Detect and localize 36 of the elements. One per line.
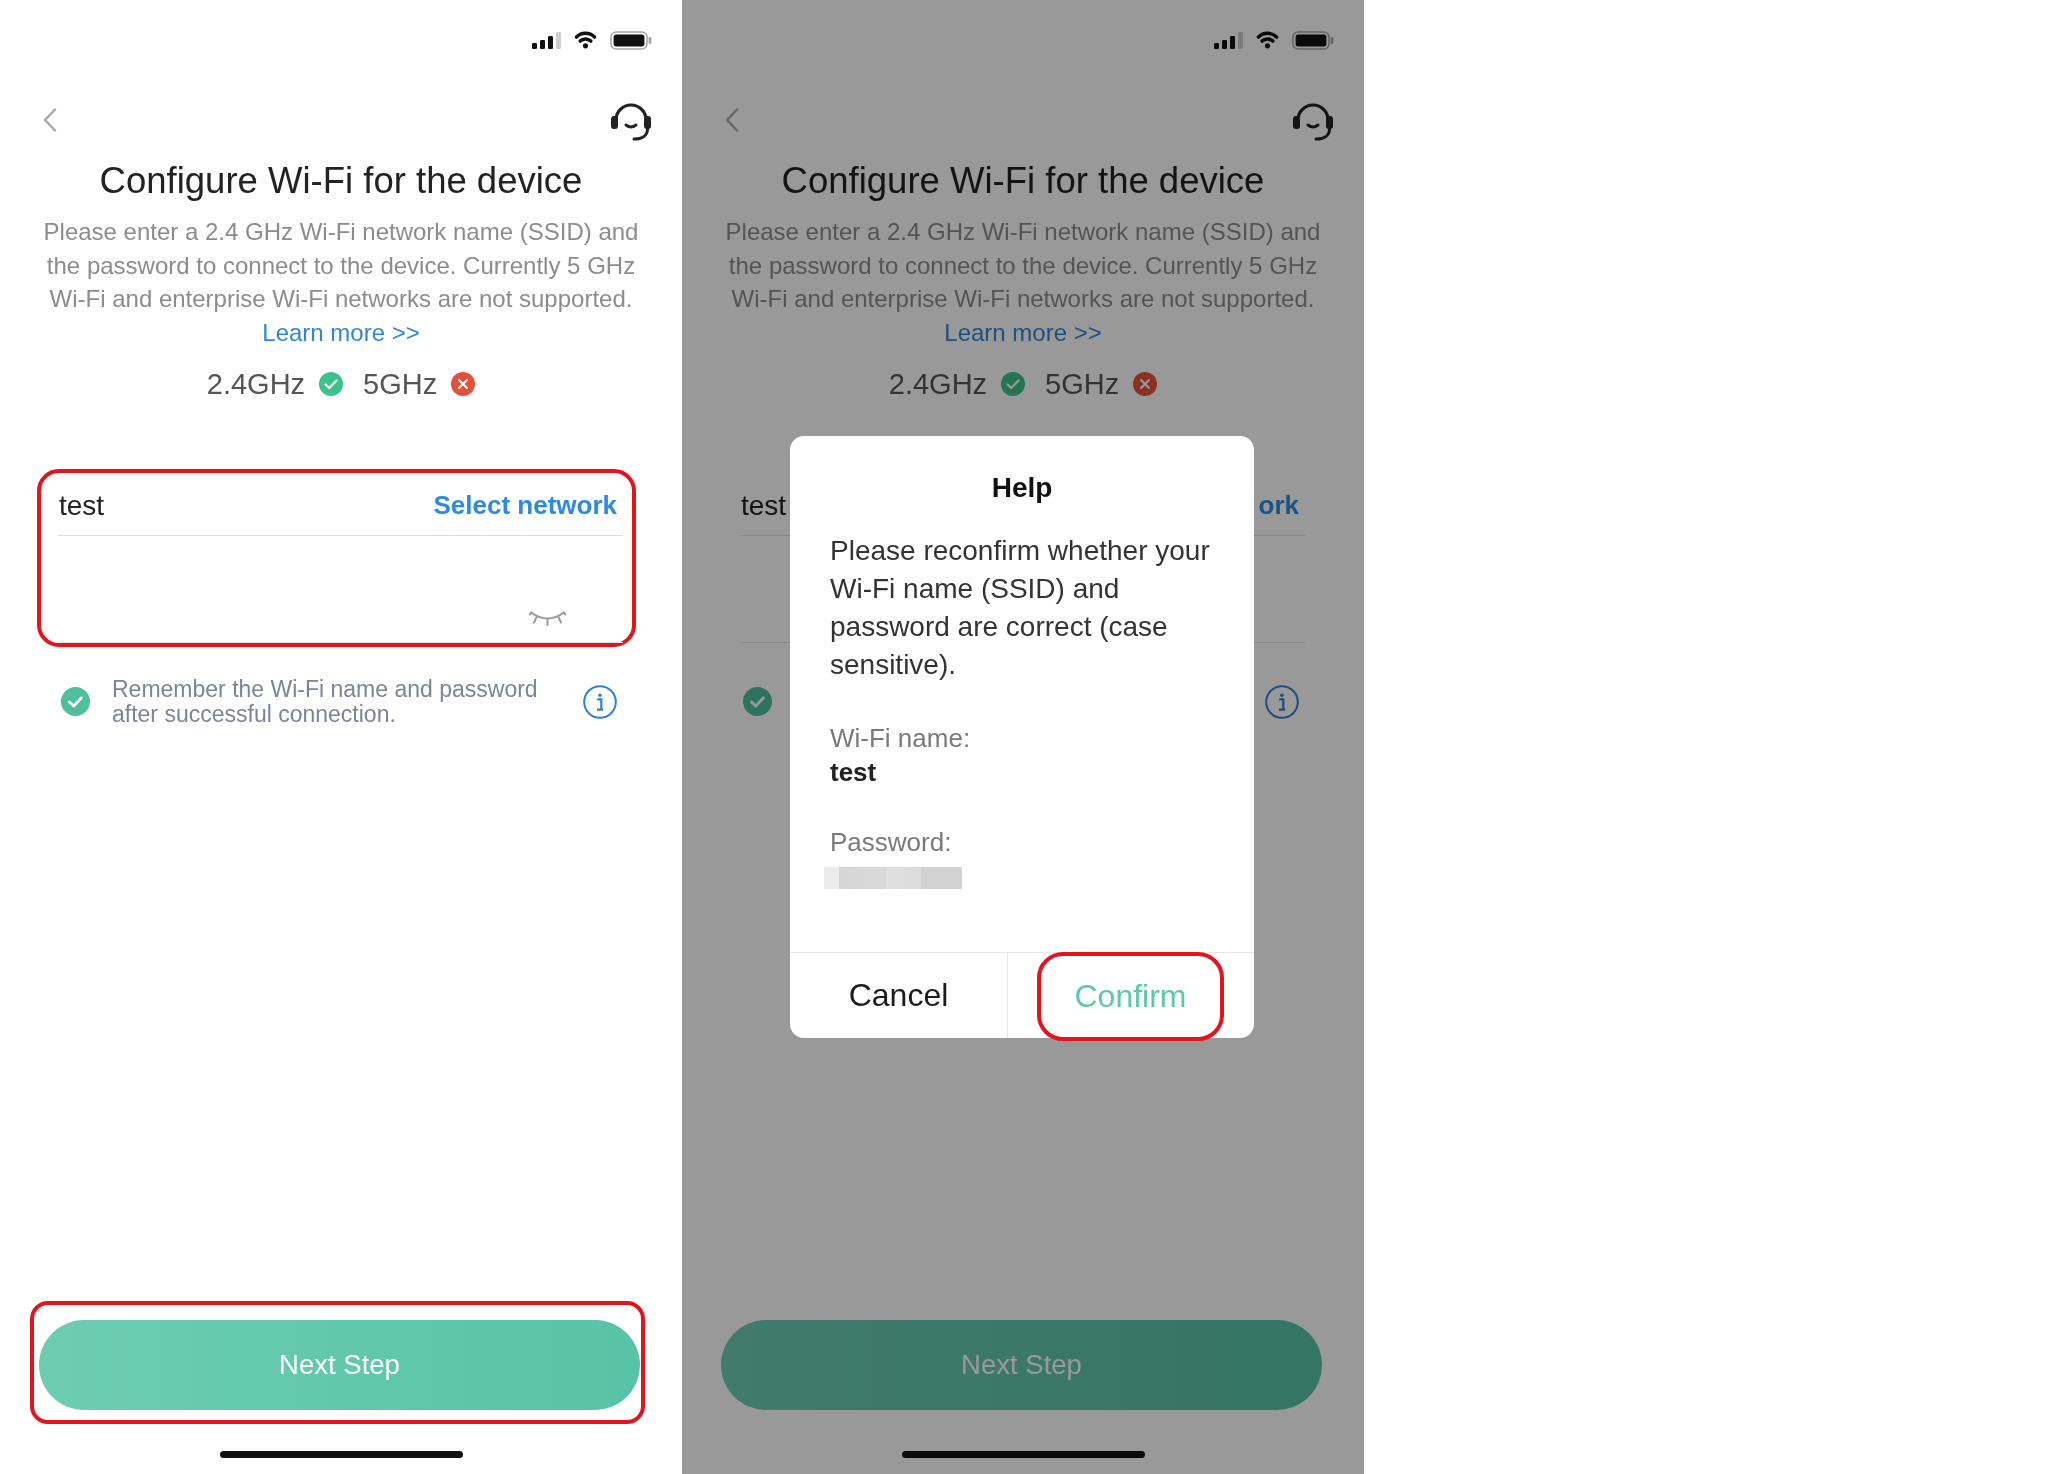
band-label: 2.4GHz — [206, 366, 306, 402]
select-network-link[interactable]: Select network — [433, 490, 617, 521]
description-text: Please enter a 2.4 GHz Wi-Fi network name (SSID) and the password to connect to the device. Currently 5 GHz Wi-Fi and enterprise Wi-Fi networks are not supported. — [724, 217, 1322, 314]
wifi-icon — [573, 31, 598, 49]
description-text: Please enter a 2.4 GHz Wi-Fi network name (SSID) and the password to connect to the device. Currently 5 GHz Wi-Fi and enterprise Wi-Fi networks are not supported. — [42, 217, 640, 314]
field-label: Password: — [830, 826, 952, 859]
remember-label: Remember the Wi-Fi name and password after successful connection. — [112, 676, 539, 727]
band-label: 5GHz — [1045, 366, 1120, 402]
dialog-title: Help — [991, 471, 1053, 505]
battery-icon — [1292, 30, 1334, 50]
eye-closed-icon[interactable] — [529, 609, 566, 626]
band-label: 5GHz — [363, 366, 438, 402]
select-network-link[interactable]: ork — [1258, 490, 1299, 521]
learn-more-link[interactable]: Learn more >> — [262, 318, 420, 346]
signal-icon — [532, 31, 561, 49]
page-title: Configure Wi-Fi for the device — [98, 159, 584, 203]
ssid-field[interactable]: test Select network — [58, 472, 623, 536]
info-icon[interactable] — [1265, 684, 1299, 719]
dialog-message: Please reconfirm whether your Wi-Fi name (SSID) and password are correct (case sensitive). — [830, 534, 1211, 682]
info-icon[interactable] — [583, 684, 617, 719]
field-label: Wi-Fi name: — [830, 722, 971, 755]
battery-icon — [610, 30, 652, 50]
field-value: test — [830, 756, 877, 789]
back-icon[interactable] — [43, 107, 57, 132]
page-title: Configure Wi-Fi for the device — [780, 159, 1266, 203]
next-step-button[interactable]: Next Step — [39, 1320, 640, 1410]
check-circle-icon[interactable] — [743, 687, 772, 716]
signal-icon — [1214, 31, 1243, 49]
back-icon[interactable] — [725, 107, 739, 132]
wifi-icon — [1255, 31, 1280, 49]
band-label: 2.4GHz — [888, 366, 988, 402]
cancel-button[interactable]: Cancel — [790, 953, 1007, 1038]
confirm-button[interactable]: Confirm — [1041, 956, 1220, 1037]
learn-more-link[interactable]: Learn more >> — [944, 318, 1102, 346]
next-step-button[interactable]: Next Step — [721, 1320, 1322, 1410]
check-circle-icon[interactable] — [61, 687, 90, 716]
